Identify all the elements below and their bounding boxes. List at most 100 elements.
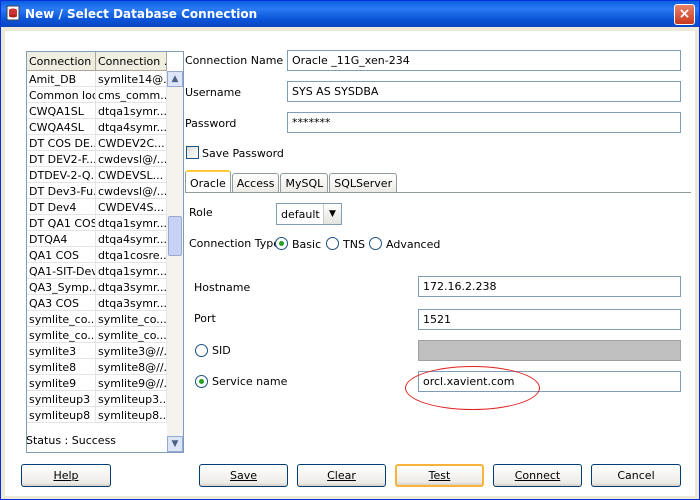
username-input[interactable]: SYS AS SYSDBA	[287, 81, 681, 102]
list-body: Amit_DBsymlite14@...Common localcms_comm…	[27, 71, 167, 423]
column-header-details[interactable]: Connection ...	[96, 52, 167, 71]
list-item-details: dtqa4symr...	[96, 119, 167, 135]
list-item-name: symlite_co...	[27, 327, 96, 343]
radio-sid[interactable]	[195, 344, 208, 357]
radio-basic-label: Basic	[292, 238, 322, 251]
list-item-details: symlite8@//...	[96, 359, 167, 375]
close-button[interactable]: ×	[674, 4, 695, 25]
list-item[interactable]: Amit_DB symlite14@...	[27, 71, 167, 87]
connection-type-label: Connection Type	[189, 237, 281, 250]
scroll-down-icon[interactable]: ▼	[167, 436, 183, 452]
port-input[interactable]: 1521	[418, 309, 681, 330]
status-text: Status : Success	[26, 434, 117, 447]
db-type-tabs: Oracle Access MySQL SQLServer	[185, 170, 398, 192]
save-button-label: Save	[229, 469, 257, 482]
list-item-name: QA1-SIT-Dev	[27, 263, 96, 279]
list-item[interactable]: Common localcms_comm...	[27, 87, 167, 103]
tab-sqlserver[interactable]: SQLServer	[329, 173, 398, 192]
help-button[interactable]: Help	[21, 464, 111, 487]
list-item[interactable]: CWQA4SL dtqa4symr...	[27, 119, 167, 135]
radio-tns-label: TNS	[343, 238, 365, 251]
list-item[interactable]: symliteup8 symliteup8...	[27, 407, 167, 423]
dialog-content: Connection ... Connection ... Amit_DBsym…	[5, 31, 695, 496]
help-button-label: Help	[53, 469, 79, 482]
list-item-name: DT QA1 COS	[27, 215, 96, 231]
radio-advanced[interactable]	[369, 237, 382, 250]
scroll-up-icon[interactable]: ▲	[167, 71, 183, 87]
list-item-details: dtqa3symr...	[96, 279, 167, 295]
list-item-name: DT DEV2-F...	[27, 151, 96, 167]
list-item-name: DT Dev3-Fu...	[27, 183, 96, 199]
service-name-label: Service name	[212, 375, 288, 388]
list-item-details: cwdevsl@/...	[96, 183, 167, 199]
connect-button[interactable]: Connect	[493, 464, 582, 487]
list-item-name: DT Dev4	[27, 199, 96, 215]
tab-mysql[interactable]: MySQL	[280, 173, 329, 192]
list-item[interactable]: symlite3 symlite3@//...	[27, 343, 167, 359]
highlight-ellipse	[405, 366, 540, 410]
title-bar[interactable]: New / Select Database Connection ×	[1, 1, 699, 27]
connection-list[interactable]: Connection ... Connection ... Amit_DBsym…	[26, 51, 184, 453]
radio-tns[interactable]	[326, 237, 339, 250]
scroll-thumb[interactable]	[168, 216, 182, 256]
connection-name-input[interactable]: Oracle _11G_xen-234	[287, 50, 681, 71]
connection-name-label: Connection Name	[185, 54, 284, 67]
list-item[interactable]: DT Dev4 CWDEV4S...	[27, 199, 167, 215]
list-item[interactable]: DTQA4 dtqa4symr...	[27, 231, 167, 247]
list-item-details: dtqa1symr...	[96, 263, 167, 279]
list-item[interactable]: symlite_co... symlite_co...	[27, 311, 167, 327]
list-item[interactable]: symlite8 symlite8@//...	[27, 359, 167, 375]
role-value: default	[281, 208, 320, 221]
list-item-details: symlite9@//...	[96, 375, 167, 391]
list-item-name: symlite3	[27, 343, 96, 359]
role-select[interactable]: default ▼	[276, 203, 342, 225]
save-password-checkbox[interactable]	[186, 146, 199, 159]
clear-button-label: Clear	[327, 469, 356, 482]
list-item[interactable]: DT DEV2-F... cwdevsl@/...	[27, 151, 167, 167]
list-scrollbar[interactable]: ▲ ▼	[167, 71, 183, 452]
list-item-details: symlite3@//...	[96, 343, 167, 359]
clear-button[interactable]: Clear	[297, 464, 386, 487]
window-title: New / Select Database Connection	[25, 7, 258, 21]
list-item[interactable]: QA1-SIT-Dev dtqa1symr...	[27, 263, 167, 279]
hostname-input[interactable]: 172.16.2.238	[418, 276, 681, 297]
list-item-name: CWQA1SL	[27, 103, 96, 119]
test-button-label: Test	[428, 469, 451, 482]
cancel-button[interactable]: Cancel	[591, 464, 681, 487]
role-label: Role	[189, 206, 213, 219]
list-item-details: dtqa3symr...	[96, 295, 167, 311]
dialog-window: New / Select Database Connection × Conne…	[0, 0, 700, 500]
list-item[interactable]: QA1 COS dtqa1cosre...	[27, 247, 167, 263]
list-item[interactable]: DT Dev3-Fu...cwdevsl@/...	[27, 183, 167, 199]
username-label: Username	[185, 86, 242, 99]
list-item-name: symlite_co...	[27, 311, 96, 327]
list-item[interactable]: DT COS DE... CWDEV2C...	[27, 135, 167, 151]
column-header-name[interactable]: Connection ...	[27, 52, 96, 71]
list-item[interactable]: DT QA1 COS dtqa1symr...	[27, 215, 167, 231]
chevron-down-icon[interactable]: ▼	[323, 204, 341, 224]
list-item-details: cms_comm...	[96, 87, 167, 103]
list-item[interactable]: QA3_Symp... dtqa3symr...	[27, 279, 167, 295]
list-item[interactable]: CWQA1SL dtqa1symr...	[27, 103, 167, 119]
save-password-label: Save Password	[202, 147, 284, 160]
list-item[interactable]: symlite9 symlite9@//...	[27, 375, 167, 391]
list-item[interactable]: symlite_co... symlite_co...	[27, 327, 167, 343]
radio-service-name[interactable]	[195, 375, 208, 388]
password-label: Password	[185, 117, 237, 130]
list-item-name: symliteup3	[27, 391, 96, 407]
list-item-name: DTQA4	[27, 231, 96, 247]
list-item-details: cwdevsl@/...	[96, 151, 167, 167]
save-button[interactable]: Save	[199, 464, 288, 487]
tab-oracle[interactable]: Oracle	[185, 170, 231, 192]
list-item-name: Amit_DB	[27, 71, 96, 87]
radio-basic[interactable]	[275, 237, 288, 250]
tab-access[interactable]: Access	[231, 173, 280, 192]
test-button[interactable]: Test	[395, 464, 484, 487]
list-item[interactable]: DTDEV-2-Q... CWDEVSL...	[27, 167, 167, 183]
password-input[interactable]: *******	[287, 112, 681, 133]
list-item-name: CWQA4SL	[27, 119, 96, 135]
list-item[interactable]: symliteup3 symliteup3...	[27, 391, 167, 407]
list-item-name: DT COS DE...	[27, 135, 96, 151]
list-item-name: Common local	[27, 87, 96, 103]
list-item[interactable]: QA3 COS dtqa3symr...	[27, 295, 167, 311]
